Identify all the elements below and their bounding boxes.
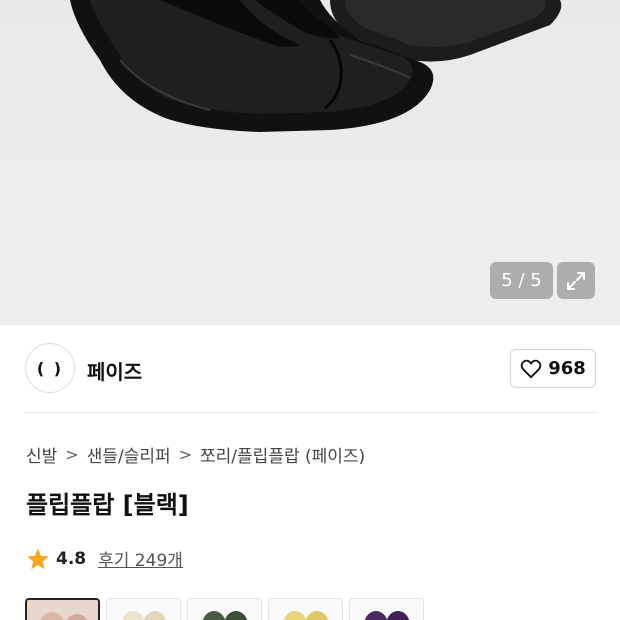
breadcrumb-item-sandals[interactable]: 샌들/슬리퍼 bbox=[87, 442, 171, 467]
color-option-4[interactable] bbox=[268, 598, 343, 620]
color-option-5[interactable] bbox=[349, 598, 424, 620]
color-option-list bbox=[25, 598, 424, 620]
product-image-gallery[interactable]: 5 / 5 bbox=[0, 0, 620, 325]
breadcrumb-item-shoes[interactable]: 신발 bbox=[26, 442, 57, 467]
brand-logo[interactable]: ( ) bbox=[25, 343, 75, 393]
breadcrumb-separator: > bbox=[178, 445, 193, 464]
brand-row: ( ) 페이즈 968 bbox=[25, 343, 596, 395]
swatch-thumbnail bbox=[364, 611, 410, 620]
color-option-2[interactable] bbox=[106, 598, 181, 620]
swatch-thumbnail bbox=[121, 611, 167, 620]
product-title: 플립플랍 [블랙] bbox=[26, 491, 189, 519]
image-counter-text: 5 / 5 bbox=[501, 270, 542, 291]
swatch-thumbnail bbox=[202, 611, 248, 620]
rating-row: 4.8 후기 249개 bbox=[26, 546, 183, 571]
like-button[interactable]: 968 bbox=[510, 349, 596, 388]
star-icon bbox=[27, 548, 49, 569]
breadcrumb: 신발 > 샌들/슬리퍼 > 쪼리/플립플랍 (페이즈) bbox=[26, 442, 365, 467]
swatch-thumbnail bbox=[27, 600, 98, 620]
expand-icon bbox=[567, 271, 585, 290]
heart-icon bbox=[520, 359, 542, 378]
brand-name[interactable]: 페이즈 bbox=[87, 356, 142, 385]
image-counter: 5 / 5 bbox=[490, 262, 553, 299]
expand-image-button[interactable] bbox=[557, 262, 595, 299]
color-option-1[interactable] bbox=[25, 598, 100, 620]
divider bbox=[25, 412, 596, 413]
breadcrumb-separator: > bbox=[65, 445, 79, 464]
breadcrumb-item-flipflops[interactable]: 쪼리/플립플랍 (페이즈) bbox=[200, 442, 365, 467]
like-count: 968 bbox=[548, 358, 586, 379]
rating-score: 4.8 bbox=[56, 548, 87, 569]
brand-logo-text: ( ) bbox=[36, 358, 64, 378]
color-option-3[interactable] bbox=[187, 598, 262, 620]
review-count-link[interactable]: 후기 249개 bbox=[98, 546, 183, 571]
swatch-thumbnail bbox=[283, 611, 329, 620]
